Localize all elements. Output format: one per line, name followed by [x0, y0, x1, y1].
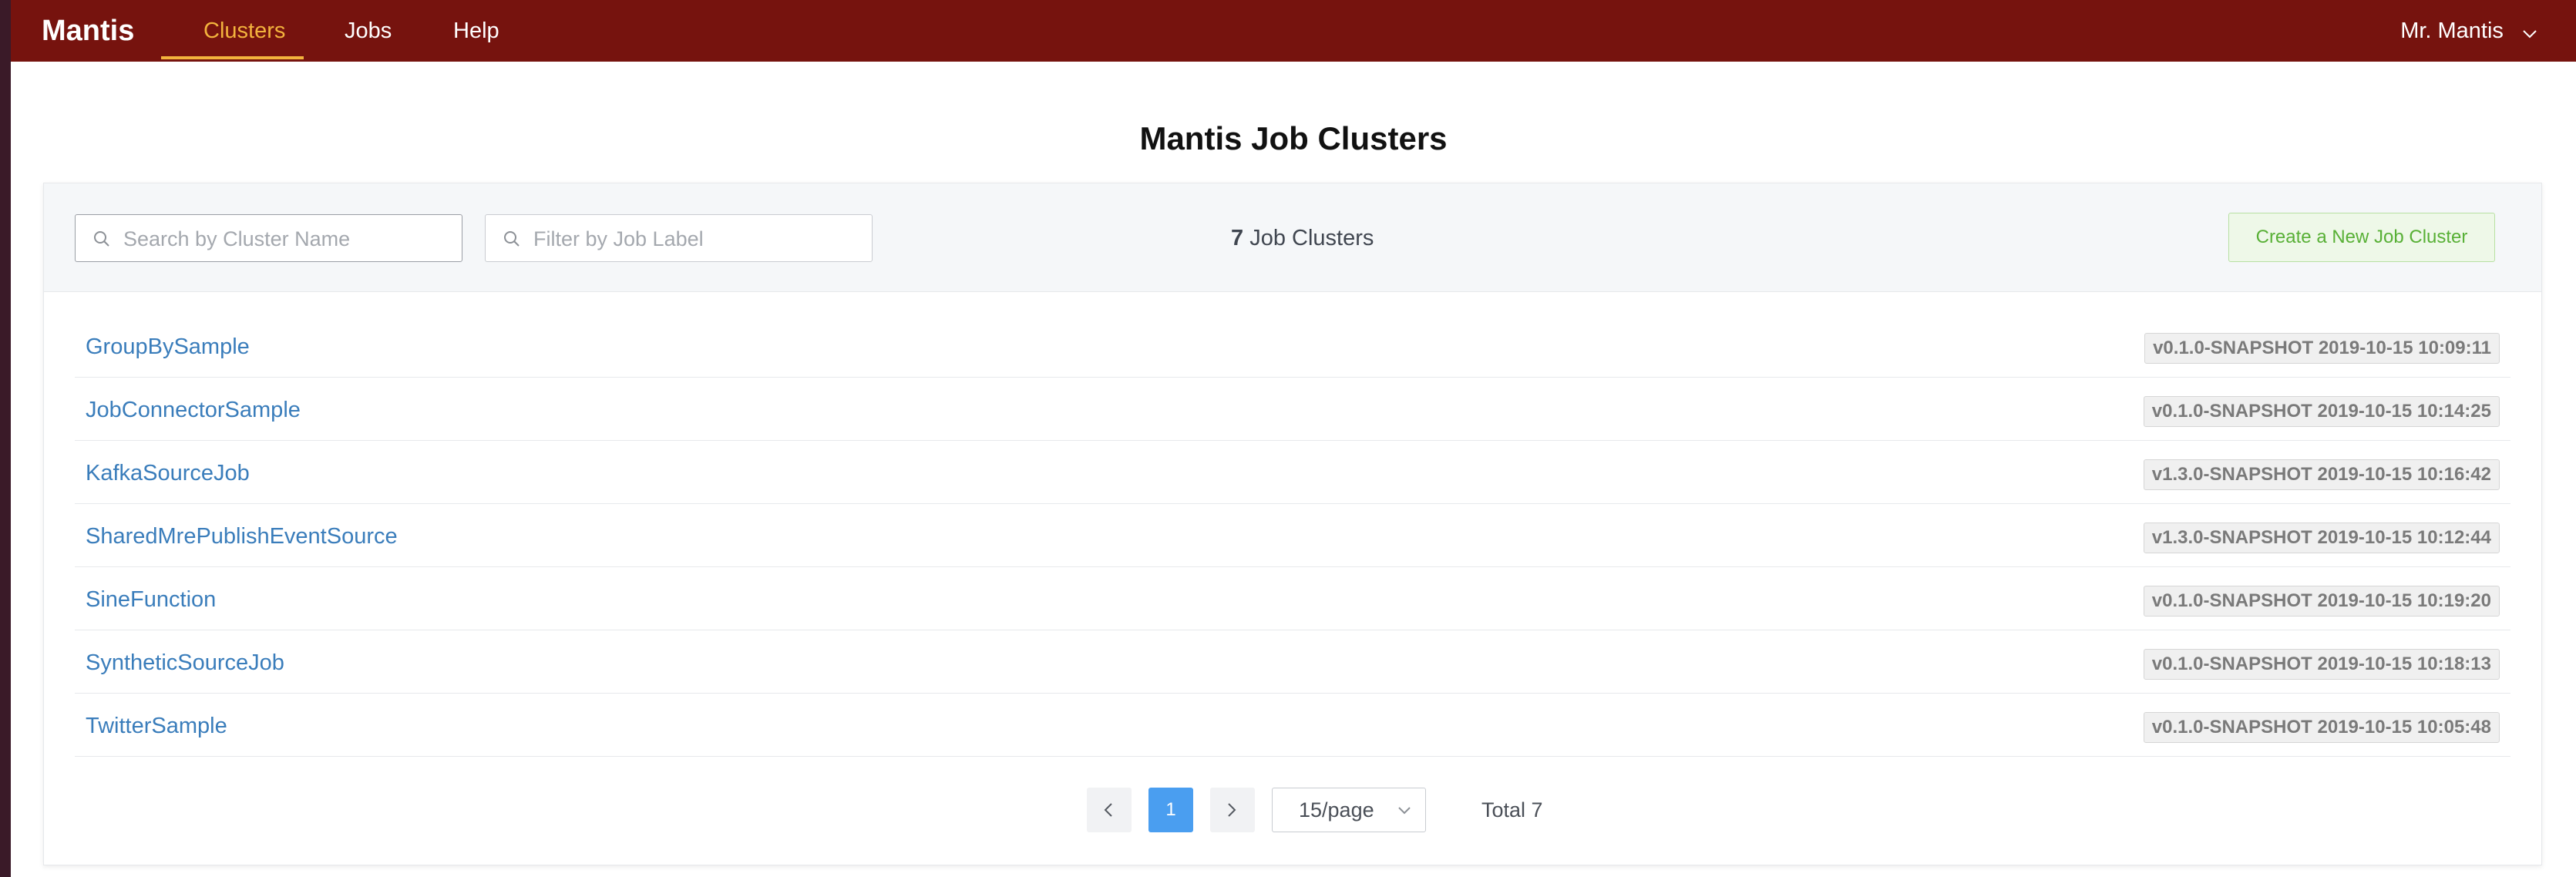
version-tag: v0.1.0-SNAPSHOT 2019-10-15 10:05:48 [2143, 712, 2500, 743]
version-tag: v0.1.0-SNAPSHOT 2019-10-15 10:19:20 [2143, 586, 2500, 617]
cluster-row: TwitterSample v0.1.0-SNAPSHOT 2019-10-15… [75, 694, 2510, 757]
cluster-search-input[interactable] [122, 215, 449, 263]
version-tag: v0.1.0-SNAPSHOT 2019-10-15 10:14:25 [2143, 396, 2500, 427]
active-nav-indicator [161, 56, 304, 59]
chevron-right-icon [1228, 803, 1236, 817]
app-window: Mantis Clusters Jobs Help Mr. Mantis Man… [11, 0, 2576, 877]
panel-toolbar: 7 Job Clusters Create a New Job Cluster [44, 183, 2541, 292]
clusters-panel: 7 Job Clusters Create a New Job Cluster … [43, 183, 2542, 865]
cluster-name-link[interactable]: GroupBySample [86, 331, 250, 362]
cluster-name-link[interactable]: JobConnectorSample [86, 395, 301, 425]
cluster-row: SineFunction v0.1.0-SNAPSHOT 2019-10-15 … [75, 567, 2510, 630]
page-size-value: 15/page [1299, 798, 1374, 822]
desktop-edge [0, 0, 11, 877]
cluster-name-link[interactable]: SharedMrePublishEventSource [86, 521, 398, 552]
nav-help[interactable]: Help [453, 14, 499, 48]
cluster-count-number: 7 [1231, 226, 1244, 250]
version-tag: v1.3.0-SNAPSHOT 2019-10-15 10:16:42 [2143, 459, 2500, 490]
version-tag: v0.1.0-SNAPSHOT 2019-10-15 10:09:11 [2144, 333, 2500, 364]
cluster-row: JobConnectorSample v0.1.0-SNAPSHOT 2019-… [75, 378, 2510, 441]
brand-logo[interactable]: Mantis [42, 14, 134, 48]
top-navigation-bar: Mantis Clusters Jobs Help Mr. Mantis [11, 0, 2576, 62]
version-tag: v1.3.0-SNAPSHOT 2019-10-15 10:12:44 [2143, 523, 2500, 553]
search-icon [504, 231, 520, 247]
user-menu[interactable]: Mr. Mantis [2400, 14, 2537, 49]
cluster-name-link[interactable]: KafkaSourceJob [86, 458, 250, 489]
create-job-cluster-button[interactable]: Create a New Job Cluster [2228, 213, 2495, 262]
cluster-row: SharedMrePublishEventSource v1.3.0-SNAPS… [75, 504, 2510, 567]
chevron-left-icon [1104, 803, 1112, 817]
chevron-down-icon [1398, 807, 1411, 815]
cluster-row: GroupBySample v0.1.0-SNAPSHOT 2019-10-15… [75, 314, 2510, 378]
pagination-total: Total 7 [1481, 798, 1543, 822]
page-1-button[interactable]: 1 [1148, 788, 1193, 832]
cluster-list: GroupBySample v0.1.0-SNAPSHOT 2019-10-15… [75, 314, 2510, 757]
nav-clusters[interactable]: Clusters [203, 14, 285, 48]
cluster-count: 7 Job Clusters [1231, 222, 1374, 254]
version-tag: v0.1.0-SNAPSHOT 2019-10-15 10:18:13 [2143, 649, 2500, 680]
cluster-name-link[interactable]: SineFunction [86, 584, 216, 615]
job-label-filter-field[interactable] [485, 214, 873, 263]
cluster-row: SyntheticSourceJob v0.1.0-SNAPSHOT 2019-… [75, 630, 2510, 694]
page-size-select[interactable]: 15/page [1272, 788, 1426, 832]
cluster-search-field[interactable] [75, 214, 462, 263]
next-page-button[interactable] [1210, 788, 1255, 832]
cluster-row: KafkaSourceJob v1.3.0-SNAPSHOT 2019-10-1… [75, 441, 2510, 504]
cluster-name-link[interactable]: TwitterSample [86, 711, 227, 741]
cluster-name-link[interactable]: SyntheticSourceJob [86, 647, 284, 678]
page-title: Mantis Job Clusters [1139, 120, 1448, 156]
prev-page-button[interactable] [1087, 788, 1132, 832]
job-label-filter-input[interactable] [532, 215, 859, 263]
nav-jobs[interactable]: Jobs [345, 14, 392, 48]
cluster-count-label: Job Clusters [1249, 226, 1374, 250]
user-name: Mr. Mantis [2400, 18, 2504, 43]
search-icon [94, 231, 109, 247]
chevron-down-icon [2522, 15, 2537, 49]
